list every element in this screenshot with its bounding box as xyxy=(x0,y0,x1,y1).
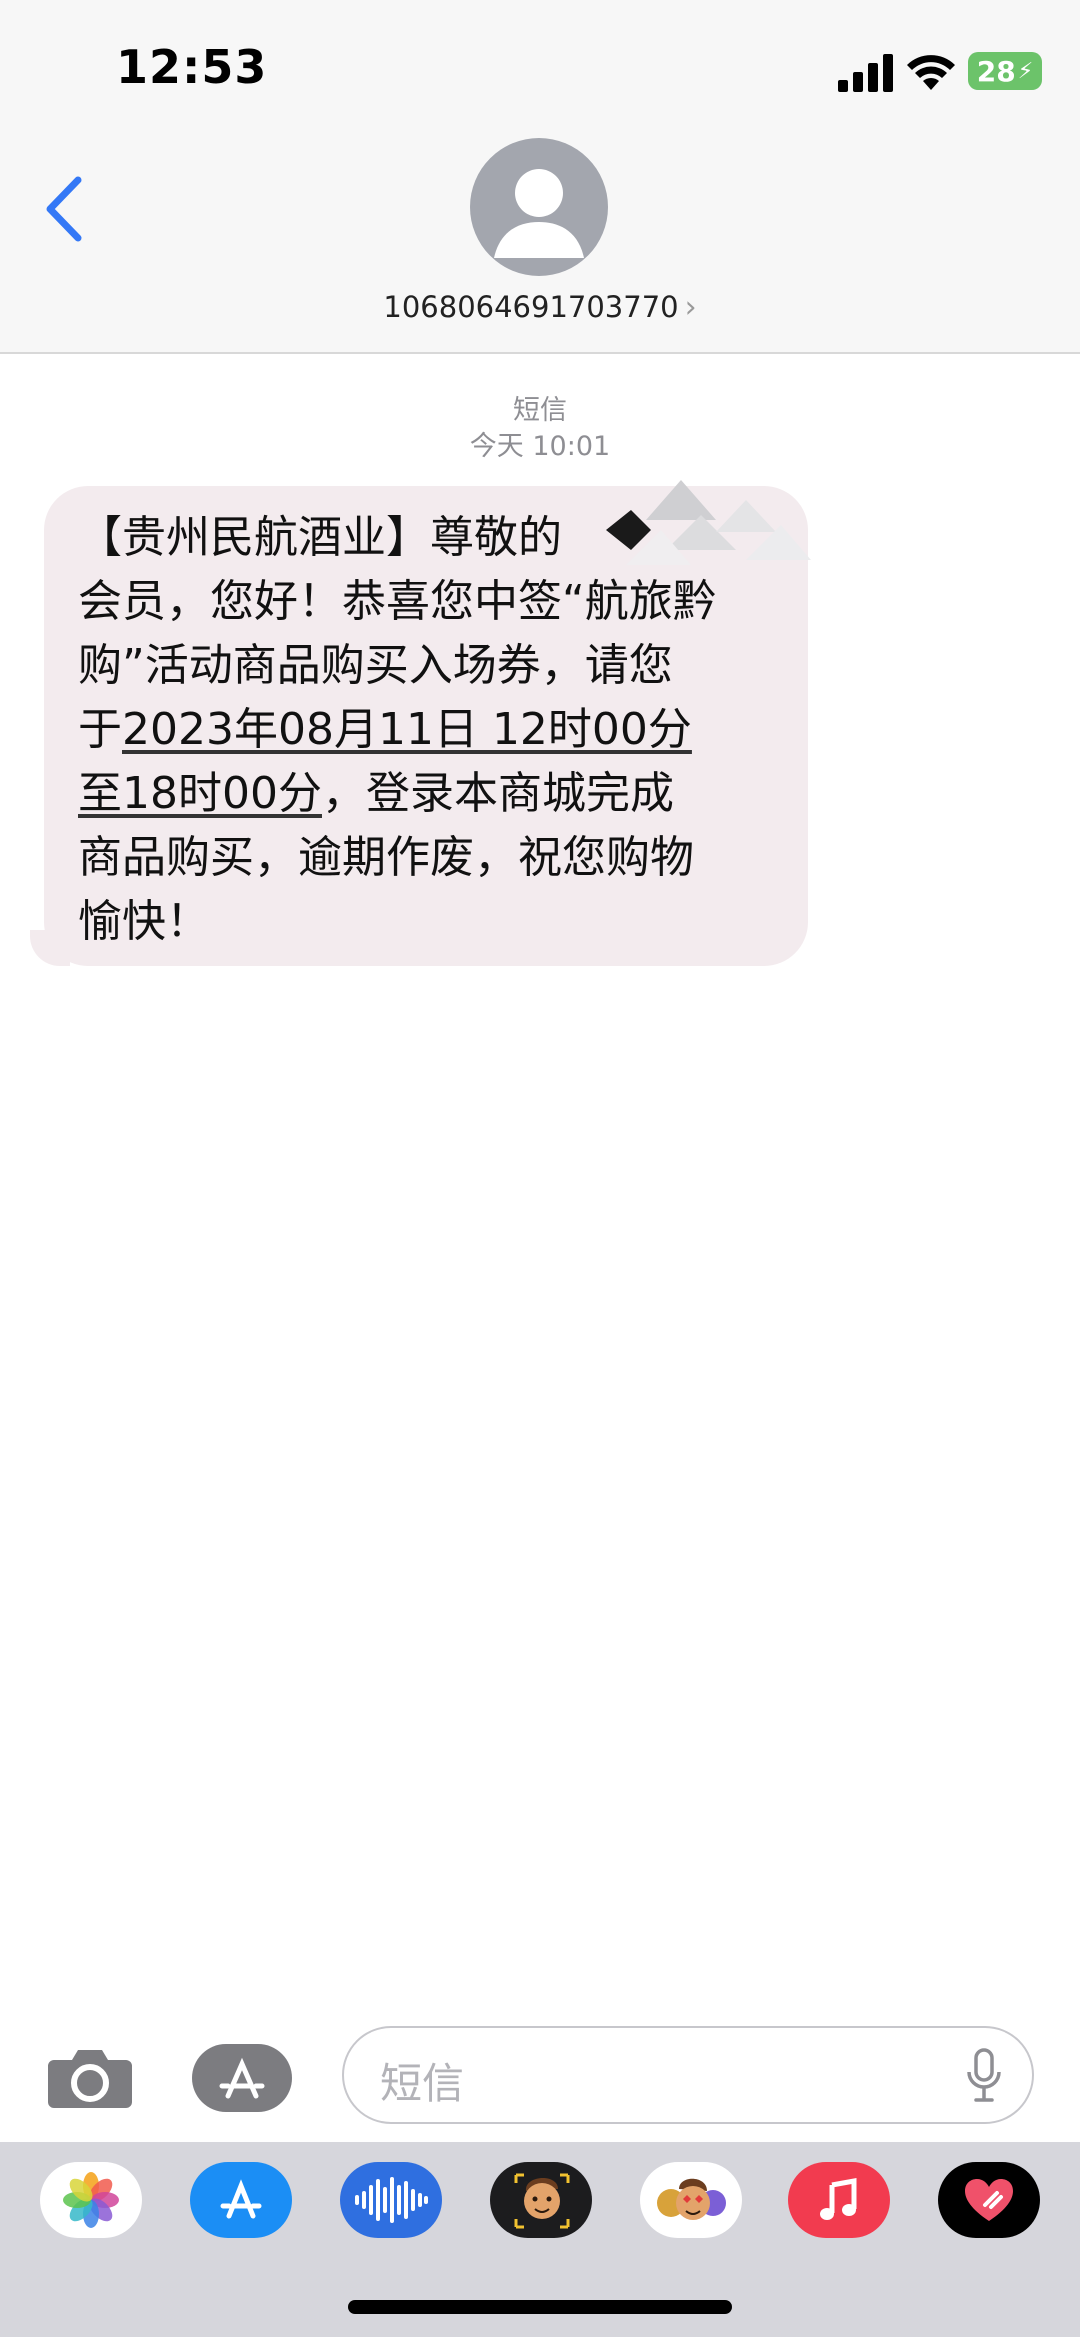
time-link[interactable]: 至18时00分 xyxy=(78,768,322,819)
message-line: 商品购买，逾期作废，祝您购物 xyxy=(78,832,694,883)
service-label: 短信 xyxy=(513,395,567,426)
photos-app-button[interactable] xyxy=(40,2162,142,2238)
contact-avatar[interactable] xyxy=(470,138,608,276)
message-line: 购”活动商品购买入场券，请您 xyxy=(78,640,673,691)
battery-level: 28 xyxy=(976,54,1016,88)
person-icon xyxy=(494,169,584,258)
message-input[interactable]: 短信 xyxy=(342,2026,1034,2124)
audio-message-icon xyxy=(355,2177,428,2223)
message-line: 愉快！ xyxy=(78,896,210,947)
chevron-right-icon: › xyxy=(684,290,697,325)
music-icon xyxy=(820,2178,857,2220)
memoji-button[interactable] xyxy=(490,2162,592,2238)
music-button[interactable] xyxy=(788,2162,890,2238)
conversation-header: 12:53 28 ⚡ 1068064691703770 › xyxy=(0,0,1080,354)
camera-icon[interactable] xyxy=(46,2046,134,2110)
home-indicator[interactable] xyxy=(348,2300,732,2314)
message-line: 至18时00分，登录本商城完成 xyxy=(78,762,778,826)
apps-button[interactable] xyxy=(192,2044,292,2112)
app-store-icon xyxy=(220,2179,262,2219)
contact-name-button[interactable]: 1068064691703770 › xyxy=(0,290,1080,325)
app-store-icon xyxy=(219,2057,265,2099)
status-time: 12:53 xyxy=(116,40,268,94)
date-link[interactable]: 2023年08月11日 12时00分 xyxy=(122,704,692,755)
charging-icon: ⚡ xyxy=(1017,58,1034,84)
contact-number: 1068064691703770 xyxy=(383,290,679,324)
redaction-mark xyxy=(606,480,811,565)
digital-touch-button[interactable] xyxy=(938,2162,1040,2238)
input-placeholder: 短信 xyxy=(380,2059,465,2108)
back-icon[interactable] xyxy=(40,174,90,244)
memoji-stickers-button[interactable] xyxy=(640,2162,742,2238)
microphone-icon[interactable] xyxy=(966,2048,1002,2104)
message-segment: ，登录本商城完成 xyxy=(321,768,674,819)
animoji-stickers-icon xyxy=(657,2178,726,2220)
photos-icon xyxy=(63,2172,119,2228)
message-line: 于2023年08月11日 12时00分 xyxy=(78,698,778,762)
digital-touch-icon xyxy=(965,2179,1013,2221)
memoji-icon xyxy=(514,2173,570,2229)
messages-screen: 12:53 28 ⚡ 1068064691703770 › 短信 今天 10:0… xyxy=(0,0,1080,2337)
message-timestamp: 今天 10:01 xyxy=(469,431,611,462)
audio-message-button[interactable] xyxy=(340,2162,442,2238)
message-segment: 于 xyxy=(78,704,122,755)
app-store-button[interactable] xyxy=(190,2162,292,2238)
wifi-icon xyxy=(907,55,955,90)
signal-icon xyxy=(838,54,893,92)
battery-indicator: 28 ⚡ xyxy=(968,52,1042,90)
